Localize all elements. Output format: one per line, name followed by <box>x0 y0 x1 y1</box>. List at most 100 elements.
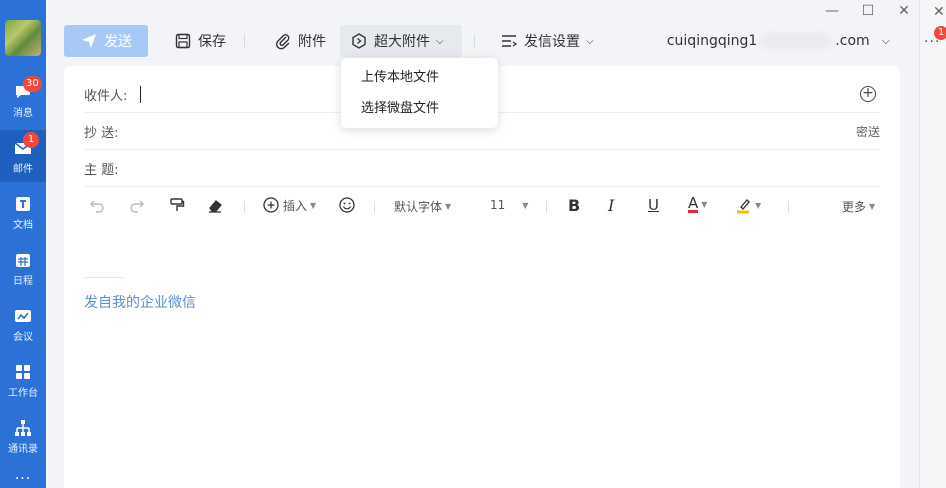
sidebar-item-label: 消息 <box>13 108 33 119</box>
sidebar-item-label: 通讯录 <box>8 444 38 455</box>
avatar[interactable] <box>5 20 41 56</box>
sidebar-item-label: 邮件 <box>13 164 33 175</box>
emoji-icon[interactable] <box>338 196 356 214</box>
dropdown-arrow-icon: ▼ <box>869 202 876 211</box>
cc-label: 抄 送: <box>84 125 119 141</box>
font-size-select[interactable]: 11 ▼ <box>490 198 528 212</box>
cloud-attach-icon <box>352 33 366 49</box>
unread-badge: 30 <box>23 76 42 92</box>
format-divider <box>244 201 245 213</box>
calendar-icon <box>16 254 30 267</box>
redacted-mask <box>761 33 832 49</box>
big-attach-label: 超大附件 <box>374 34 430 50</box>
insert-button[interactable]: 插入 ▼ <box>262 196 316 214</box>
format-toolbar: 插入 ▼ 默认字体 ▼ 11 ▼ B I U A ▼ ▼ 更多 ▼ <box>84 190 880 220</box>
plus-circle-icon <box>263 197 279 213</box>
sidebar-item-label: 文档 <box>13 220 33 231</box>
toolbar-divider <box>474 34 475 48</box>
text-color-button[interactable]: A ▼ <box>688 196 707 213</box>
sidebar-item-label: 会议 <box>13 332 33 343</box>
signature-text: 发自我的企业微信 <box>84 295 196 311</box>
format-painter-icon[interactable] <box>168 196 186 214</box>
text-caret <box>140 85 141 103</box>
meeting-icon <box>15 310 31 322</box>
settings-list-icon <box>502 35 518 47</box>
text-color-icon: A <box>688 194 699 213</box>
compose-toolbar: 发送 保存 附件 超大附件 ⌵ 发信设置 ⌵ cuiqingqing1 .com… <box>46 25 920 57</box>
compose-window: — ☐ ✕ 发送 保存 附件 超大附件 ⌵ 发信设置 ⌵ cuiqingqing… <box>46 0 920 488</box>
eraser-icon[interactable] <box>206 196 224 214</box>
more-options-icon[interactable]: ··· <box>924 34 940 50</box>
font-family-label: 默认字体 <box>394 200 443 214</box>
paperclip-icon <box>275 34 290 50</box>
dropdown-arrow-icon: ▼ <box>445 202 452 211</box>
send-label: 发送 <box>104 34 132 50</box>
chevron-down-icon: ⌵ <box>586 35 594 47</box>
underline-button[interactable]: U <box>648 196 659 214</box>
dropdown-arrow-icon: ▼ <box>310 200 317 210</box>
font-family-select[interactable]: 默认字体 ▼ <box>394 198 451 215</box>
compose-editor-card: 收件人: + 抄 送: 密送 主 题: 插入 ▼ 默认字体 ▼ 11 ▼ B I… <box>64 66 900 488</box>
chevron-down-icon: ⌵ <box>881 34 890 47</box>
undo-icon[interactable] <box>88 196 106 214</box>
sidebar-item-workbench[interactable]: 工作台 <box>0 354 46 406</box>
format-divider <box>546 201 547 213</box>
sidebar-item-label: 日程 <box>13 276 33 287</box>
save-button[interactable]: 保存 <box>164 25 236 57</box>
insert-label: 插入 <box>283 198 308 213</box>
send-settings-button[interactable]: 发信设置 ⌵ <box>490 25 604 57</box>
italic-button[interactable]: I <box>608 196 614 215</box>
close-icon[interactable]: ✕ <box>933 4 945 20</box>
more-button[interactable]: 更多 ▼ <box>842 198 875 215</box>
add-recipient-icon[interactable]: + <box>860 86 876 102</box>
sidebar-item-label: 工作台 <box>8 388 38 399</box>
bcc-link[interactable]: 密送 <box>856 123 880 140</box>
attach-label: 附件 <box>298 34 326 50</box>
subject-label: 主 题: <box>84 162 119 178</box>
menu-item-upload-local[interactable]: 上传本地文件 <box>341 62 498 93</box>
account-suffix: .com <box>835 33 870 49</box>
grid-icon <box>16 365 30 379</box>
highlighter-icon <box>737 199 750 214</box>
font-size-label: 11 <box>490 198 506 212</box>
dropdown-arrow-icon: ▼ <box>522 200 529 210</box>
maximize-icon[interactable]: ☐ <box>858 3 878 21</box>
bold-button[interactable]: B <box>568 196 580 215</box>
toolbar-divider <box>244 34 245 48</box>
unread-badge: 1 <box>23 132 39 148</box>
sidebar-item-mail[interactable]: 邮件 1 <box>0 130 46 182</box>
sidebar-item-messages[interactable]: 消息 30 <box>0 74 46 126</box>
attach-button[interactable]: 附件 <box>264 25 336 57</box>
save-label: 保存 <box>198 34 226 50</box>
org-chart-icon <box>15 420 31 436</box>
highlight-button[interactable]: ▼ <box>734 196 761 214</box>
big-attach-button[interactable]: 超大附件 ⌵ <box>340 25 462 57</box>
send-button[interactable]: 发送 <box>64 25 148 57</box>
signature-divider <box>84 277 124 278</box>
big-attach-menu: 上传本地文件 选择微盘文件 <box>341 58 498 128</box>
sender-account-select[interactable]: cuiqingqing1 .com ⌵ <box>667 25 890 57</box>
menu-item-choose-weipan[interactable]: 选择微盘文件 <box>341 93 498 124</box>
dropdown-arrow-icon: ▼ <box>701 200 708 209</box>
redo-icon[interactable] <box>128 196 146 214</box>
background-window-edge <box>920 0 946 488</box>
sidebar-item-contacts[interactable]: 通讯录 <box>0 410 46 462</box>
sidebar-item-docs[interactable]: 文档 <box>0 186 46 238</box>
dropdown-arrow-icon: ▼ <box>755 200 762 210</box>
paper-plane-icon <box>82 34 96 48</box>
to-label: 收件人: <box>84 88 128 104</box>
chevron-down-icon: ⌵ <box>436 35 444 47</box>
send-settings-label: 发信设置 <box>524 34 580 50</box>
subject-field[interactable]: 主 题: <box>84 150 880 187</box>
floppy-icon <box>175 33 191 49</box>
minimize-icon[interactable]: — <box>822 3 842 21</box>
sidebar-more-icon[interactable]: ··· <box>0 472 46 488</box>
format-divider <box>374 201 375 213</box>
sidebar-item-meeting[interactable]: 会议 <box>0 298 46 350</box>
format-divider <box>788 201 789 213</box>
close-icon[interactable]: ✕ <box>894 3 914 21</box>
sidebar-item-calendar[interactable]: 日程 <box>0 242 46 294</box>
app-sidebar: 消息 30 邮件 1 文档 日程 会议 工作台 通讯录 ··· <box>0 0 46 488</box>
document-icon <box>16 197 30 211</box>
more-label: 更多 <box>842 200 867 214</box>
